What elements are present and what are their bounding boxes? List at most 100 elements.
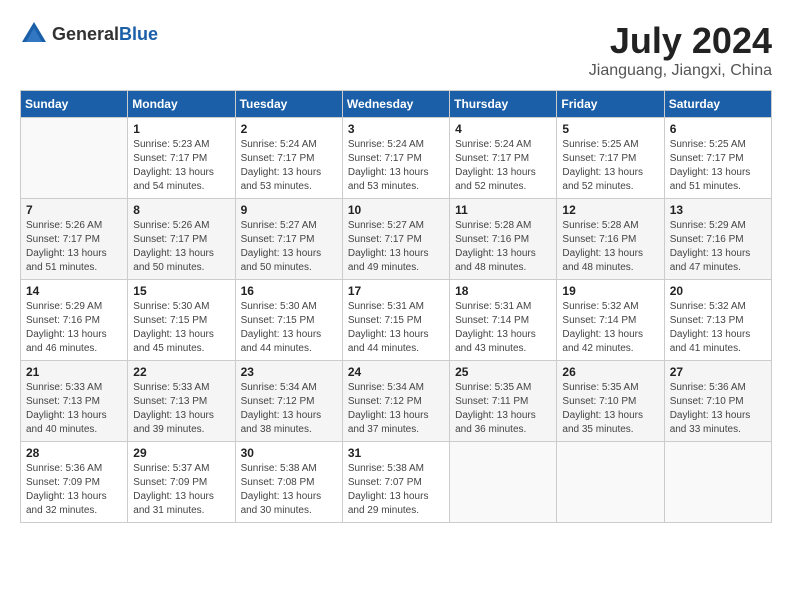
day-number: 22 [133, 365, 229, 379]
header-wednesday: Wednesday [342, 91, 449, 118]
day-number: 26 [562, 365, 658, 379]
day-number: 20 [670, 284, 766, 298]
calendar-cell: 19Sunrise: 5:32 AMSunset: 7:14 PMDayligh… [557, 280, 664, 361]
day-number: 13 [670, 203, 766, 217]
day-number: 11 [455, 203, 551, 217]
calendar-cell: 14 Sunrise: 5:29 AMSunset: 7:16 PMDayligh… [21, 280, 128, 361]
header-tuesday: Tuesday [235, 91, 342, 118]
day-detail: Sunrise: 5:27 AMSunset: 7:17 PMDaylight:… [241, 219, 337, 275]
calendar-cell: 27Sunrise: 5:36 AMSunset: 7:10 PMDayligh… [664, 361, 771, 442]
day-number: 8 [133, 203, 229, 217]
day-detail: Sunrise: 5:31 AMSunset: 7:14 PMDaylight:… [455, 300, 551, 356]
day-detail: Sunrise: 5:34 AMSunset: 7:12 PMDaylight:… [241, 381, 337, 437]
day-number: 21 [26, 365, 122, 379]
calendar-cell [664, 442, 771, 523]
day-number: 12 [562, 203, 658, 217]
day-number: 14 [26, 284, 122, 298]
calendar-cell: 10 Sunrise: 5:27 AMSunset: 7:17 PMDayligh… [342, 199, 449, 280]
calendar-cell: 13 Sunrise: 5:29 AMSunset: 7:16 PMDayligh… [664, 199, 771, 280]
day-detail: Sunrise: 5:28 AMSunset: 7:16 PMDaylight:… [562, 219, 658, 275]
page-header: GeneralBlue July 2024 Jianguang, Jiangxi… [20, 20, 772, 80]
calendar-cell: 15 Sunrise: 5:30 AMSunset: 7:15 PMDayligh… [128, 280, 235, 361]
calendar-cell: 5Sunrise: 5:25 AMSunset: 7:17 PMDaylight… [557, 118, 664, 199]
calendar-cell: 21 Sunrise: 5:33 AMSunset: 7:13 PMDayligh… [21, 361, 128, 442]
calendar-cell: 1Sunrise: 5:23 AMSunset: 7:17 PMDaylight… [128, 118, 235, 199]
calendar-cell: 16Sunrise: 5:30 AMSunset: 7:15 PMDayligh… [235, 280, 342, 361]
day-detail: Sunrise: 5:37 AMSunset: 7:09 PMDaylight:… [133, 462, 229, 518]
day-detail: Sunrise: 5:35 AMSunset: 7:10 PMDaylight:… [562, 381, 658, 437]
calendar-cell: 3 Sunrise: 5:24 AMSunset: 7:17 PMDaylight… [342, 118, 449, 199]
day-detail: Sunrise: 5:27 AMSunset: 7:17 PMDaylight:… [348, 219, 444, 275]
day-number: 7 [26, 203, 122, 217]
header-saturday: Saturday [664, 91, 771, 118]
calendar-cell: 17Sunrise: 5:31 AMSunset: 7:15 PMDayligh… [342, 280, 449, 361]
day-number: 24 [348, 365, 444, 379]
day-number: 18 [455, 284, 551, 298]
day-number: 3 [348, 122, 444, 136]
title-block: July 2024 Jianguang, Jiangxi, China [589, 20, 772, 80]
day-detail: Sunrise: 5:24 AMSunset: 7:17 PMDaylight:… [348, 138, 444, 194]
day-detail: Sunrise: 5:25 AMSunset: 7:17 PMDaylight:… [670, 138, 766, 194]
logo: GeneralBlue [20, 20, 158, 48]
header-monday: Monday [128, 91, 235, 118]
day-detail: Sunrise: 5:38 AMSunset: 7:08 PMDaylight:… [241, 462, 337, 518]
header-thursday: Thursday [450, 91, 557, 118]
day-number: 16 [241, 284, 337, 298]
day-detail: Sunrise: 5:33 AMSunset: 7:13 PMDaylight:… [26, 381, 122, 437]
day-detail: Sunrise: 5:33 AMSunset: 7:13 PMDaylight:… [133, 381, 229, 437]
header-sunday: Sunday [21, 91, 128, 118]
day-detail: Sunrise: 5:36 AMSunset: 7:09 PMDaylight:… [26, 462, 122, 518]
calendar-cell [21, 118, 128, 199]
day-detail: Sunrise: 5:32 AMSunset: 7:14 PMDaylight:… [562, 300, 658, 356]
calendar-week-row: 7 Sunrise: 5:26 AMSunset: 7:17 PMDaylight… [21, 199, 772, 280]
day-number: 4 [455, 122, 551, 136]
calendar-cell: 23 Sunrise: 5:34 AMSunset: 7:12 PMDayligh… [235, 361, 342, 442]
day-number: 17 [348, 284, 444, 298]
calendar-cell: 26 Sunrise: 5:35 AMSunset: 7:10 PMDayligh… [557, 361, 664, 442]
day-number: 2 [241, 122, 337, 136]
calendar-cell: 24Sunrise: 5:34 AMSunset: 7:12 PMDayligh… [342, 361, 449, 442]
calendar-cell [450, 442, 557, 523]
calendar-week-row: 21 Sunrise: 5:33 AMSunset: 7:13 PMDayligh… [21, 361, 772, 442]
day-number: 9 [241, 203, 337, 217]
day-number: 23 [241, 365, 337, 379]
calendar-cell: 2Sunrise: 5:24 AMSunset: 7:17 PMDaylight… [235, 118, 342, 199]
calendar-cell: 28 Sunrise: 5:36 AMSunset: 7:09 PMDayligh… [21, 442, 128, 523]
day-detail: Sunrise: 5:30 AMSunset: 7:15 PMDaylight:… [133, 300, 229, 356]
day-number: 6 [670, 122, 766, 136]
day-detail: Sunrise: 5:38 AMSunset: 7:07 PMDaylight:… [348, 462, 444, 518]
calendar-cell: 11Sunrise: 5:28 AMSunset: 7:16 PMDayligh… [450, 199, 557, 280]
calendar-cell: 12 Sunrise: 5:28 AMSunset: 7:16 PMDayligh… [557, 199, 664, 280]
calendar-cell: 18 Sunrise: 5:31 AMSunset: 7:14 PMDayligh… [450, 280, 557, 361]
day-number: 25 [455, 365, 551, 379]
calendar-cell [557, 442, 664, 523]
calendar-table: Sunday Monday Tuesday Wednesday Thursday… [20, 90, 772, 523]
logo-general-text: General [52, 24, 119, 44]
day-number: 10 [348, 203, 444, 217]
calendar-cell: 22 Sunrise: 5:33 AMSunset: 7:13 PMDayligh… [128, 361, 235, 442]
calendar-cell: 30 Sunrise: 5:38 AMSunset: 7:08 PMDayligh… [235, 442, 342, 523]
calendar-cell: 7 Sunrise: 5:26 AMSunset: 7:17 PMDaylight… [21, 199, 128, 280]
logo-icon [20, 20, 48, 48]
day-detail: Sunrise: 5:26 AMSunset: 7:17 PMDaylight:… [26, 219, 122, 275]
calendar-cell: 25 Sunrise: 5:35 AMSunset: 7:11 PMDayligh… [450, 361, 557, 442]
day-number: 31 [348, 446, 444, 460]
day-detail: Sunrise: 5:32 AMSunset: 7:13 PMDaylight:… [670, 300, 766, 356]
calendar-cell: 20 Sunrise: 5:32 AMSunset: 7:13 PMDayligh… [664, 280, 771, 361]
day-detail: Sunrise: 5:35 AMSunset: 7:11 PMDaylight:… [455, 381, 551, 437]
calendar-cell: 4Sunrise: 5:24 AMSunset: 7:17 PMDaylight… [450, 118, 557, 199]
weekday-header-row: Sunday Monday Tuesday Wednesday Thursday… [21, 91, 772, 118]
day-number: 15 [133, 284, 229, 298]
day-detail: Sunrise: 5:29 AMSunset: 7:16 PMDaylight:… [670, 219, 766, 275]
calendar-cell: 29 Sunrise: 5:37 AMSunset: 7:09 PMDayligh… [128, 442, 235, 523]
day-detail: Sunrise: 5:29 AMSunset: 7:16 PMDaylight:… [26, 300, 122, 356]
logo-blue-text: Blue [119, 24, 158, 44]
day-number: 29 [133, 446, 229, 460]
day-detail: Sunrise: 5:36 AMSunset: 7:10 PMDaylight:… [670, 381, 766, 437]
calendar-cell: 31 Sunrise: 5:38 AMSunset: 7:07 PMDayligh… [342, 442, 449, 523]
calendar-location: Jianguang, Jiangxi, China [589, 62, 772, 80]
day-number: 28 [26, 446, 122, 460]
header-friday: Friday [557, 91, 664, 118]
day-number: 30 [241, 446, 337, 460]
calendar-week-row: 1Sunrise: 5:23 AMSunset: 7:17 PMDaylight… [21, 118, 772, 199]
